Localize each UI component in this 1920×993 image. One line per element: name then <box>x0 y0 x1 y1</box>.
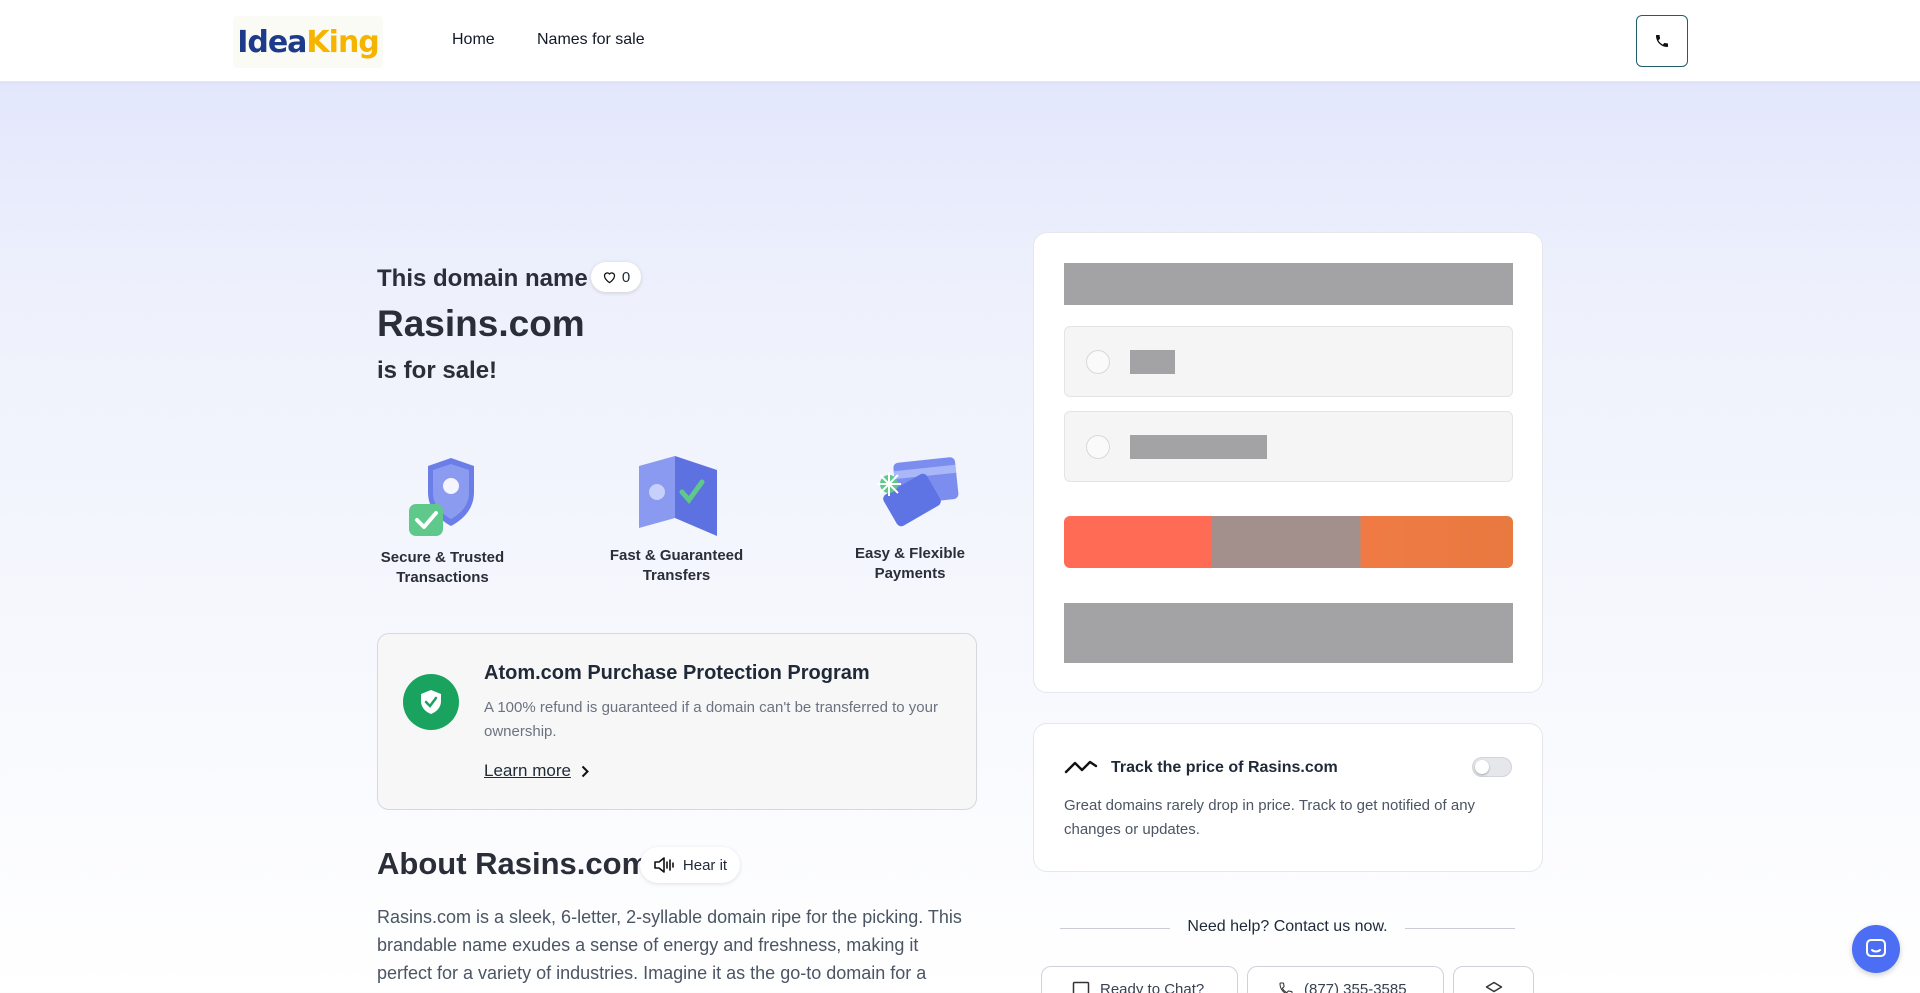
feature-transfers: Fast & Guaranteed Transfers <box>600 452 753 586</box>
option-label-skeleton <box>1130 350 1175 374</box>
purchase-option-1[interactable] <box>1064 326 1513 397</box>
logo-text-king: King <box>306 24 379 60</box>
email-contact-button[interactable] <box>1453 966 1534 993</box>
chat-widget-button[interactable] <box>1852 925 1900 973</box>
phone-icon <box>1656 35 1668 47</box>
feature-secure-label: Secure & Trusted Transactions <box>380 549 505 586</box>
phone-contact-label: (877) 355-3585 <box>1304 981 1407 993</box>
logo-text-idea: Idea <box>237 24 307 60</box>
transfer-icon <box>638 456 717 536</box>
radio-button[interactable] <box>1086 435 1110 459</box>
heart-icon <box>603 272 615 284</box>
nav-home[interactable]: Home <box>452 31 495 49</box>
favorite-count: 0 <box>621 268 631 286</box>
learn-more-link[interactable]: Learn more <box>484 761 589 781</box>
track-price-card: Track the price of Rasins.com Great doma… <box>1033 723 1543 872</box>
envelope-icon <box>1485 981 1502 993</box>
site-header: Idea King Home Names for sale <box>0 0 1920 82</box>
purchase-card <box>1033 232 1543 693</box>
hear-it-button[interactable]: Hear it <box>640 847 740 883</box>
shield-check-icon <box>408 458 474 536</box>
track-price-description: Great domains rarely drop in price. Trac… <box>1064 797 1476 838</box>
trend-line-icon <box>1064 760 1098 774</box>
toggle-knob <box>1475 760 1489 774</box>
chat-bubble-icon <box>1866 939 1886 957</box>
phone-icon <box>1279 982 1293 993</box>
payment-cards-icon <box>877 457 959 527</box>
about-title: About Rasins.com <box>377 846 650 881</box>
protection-title: Atom.com Purchase Protection Program <box>484 662 870 684</box>
feature-transfers-label: Fast & Guaranteed Transfers <box>609 547 744 584</box>
learn-more-label: Learn more <box>484 761 571 780</box>
secondary-action-skeleton <box>1064 603 1513 663</box>
chat-button-label: Ready to Chat? <box>1100 981 1205 993</box>
protection-description: A 100% refund is guaranteed if a domain … <box>484 699 938 740</box>
purchase-protection-card: Atom.com Purchase Protection Program A 1… <box>377 633 977 810</box>
buy-now-button[interactable] <box>1064 516 1513 568</box>
purchase-option-2[interactable] <box>1064 411 1513 482</box>
nav-names-for-sale[interactable]: Names for sale <box>537 31 645 49</box>
speaker-icon <box>654 857 674 873</box>
favorite-button[interactable]: 0 <box>591 262 641 292</box>
chat-button[interactable]: Ready to Chat? <box>1041 966 1238 993</box>
chat-icon <box>1072 981 1090 993</box>
domain-name-title: Rasins.com <box>377 303 585 344</box>
feature-payments-label: Easy & Flexible Payments <box>854 545 966 582</box>
track-price-title: Track the price of Rasins.com <box>1111 759 1338 776</box>
phone-button[interactable] <box>1636 15 1688 67</box>
feature-payments: Easy & Flexible Payments <box>845 452 975 584</box>
option-label-skeleton <box>1130 435 1267 459</box>
hero-line-3: is for sale! <box>377 357 498 384</box>
hero-line-1: This domain name <box>377 265 588 292</box>
phone-contact-button[interactable]: (877) 355-3585 <box>1247 966 1444 993</box>
hear-it-label: Hear it <box>682 856 728 874</box>
help-section-header: Need help? Contact us now. <box>1060 918 1515 938</box>
chevron-right-icon <box>581 765 589 777</box>
shield-check-badge-icon <box>403 674 459 730</box>
help-title: Need help? Contact us now. <box>1187 918 1388 935</box>
about-description: Rasins.com is a sleek, 6-letter, 2-sylla… <box>377 907 962 993</box>
price-skeleton <box>1064 263 1513 305</box>
divider <box>1405 928 1515 929</box>
radio-button[interactable] <box>1086 350 1110 374</box>
ideaking-logo[interactable]: Idea King <box>233 16 383 68</box>
track-price-toggle[interactable] <box>1472 757 1512 777</box>
feature-secure: Secure & Trusted Transactions <box>370 452 515 588</box>
